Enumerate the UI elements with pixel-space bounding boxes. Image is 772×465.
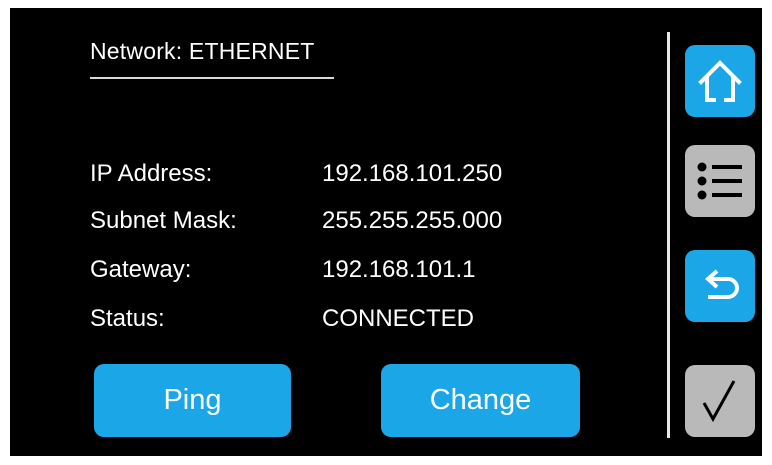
subnet-mask-value: 255.255.255.000 xyxy=(322,207,503,234)
device-screen: Network: ETHERNET IP Address: 192.168.10… xyxy=(10,8,762,456)
gateway-value: 192.168.101.1 xyxy=(322,256,476,283)
menu-list-icon xyxy=(694,157,746,205)
confirm-button[interactable] xyxy=(685,365,755,437)
ping-button[interactable]: Ping xyxy=(94,364,291,437)
subnet-mask-label: Subnet Mask: xyxy=(90,207,237,234)
ping-button-label: Ping xyxy=(163,384,222,416)
ip-address-label: IP Address: xyxy=(90,160,213,187)
change-button-label: Change xyxy=(429,384,532,416)
menu-button[interactable] xyxy=(685,145,755,217)
status-value: CONNECTED xyxy=(322,305,475,332)
status-label: Status: xyxy=(90,305,165,332)
back-button[interactable] xyxy=(685,250,755,322)
sidebar-divider xyxy=(667,32,670,438)
title-underline xyxy=(90,77,334,79)
gateway-label: Gateway: xyxy=(90,256,192,283)
home-button[interactable] xyxy=(685,45,755,117)
checkmark-icon xyxy=(696,377,744,425)
change-button[interactable]: Change xyxy=(381,364,580,437)
home-icon xyxy=(696,57,744,105)
ip-address-value: 192.168.101.250 xyxy=(322,160,503,187)
back-arrow-icon xyxy=(696,262,744,310)
page-title: Network: ETHERNET xyxy=(90,38,315,64)
